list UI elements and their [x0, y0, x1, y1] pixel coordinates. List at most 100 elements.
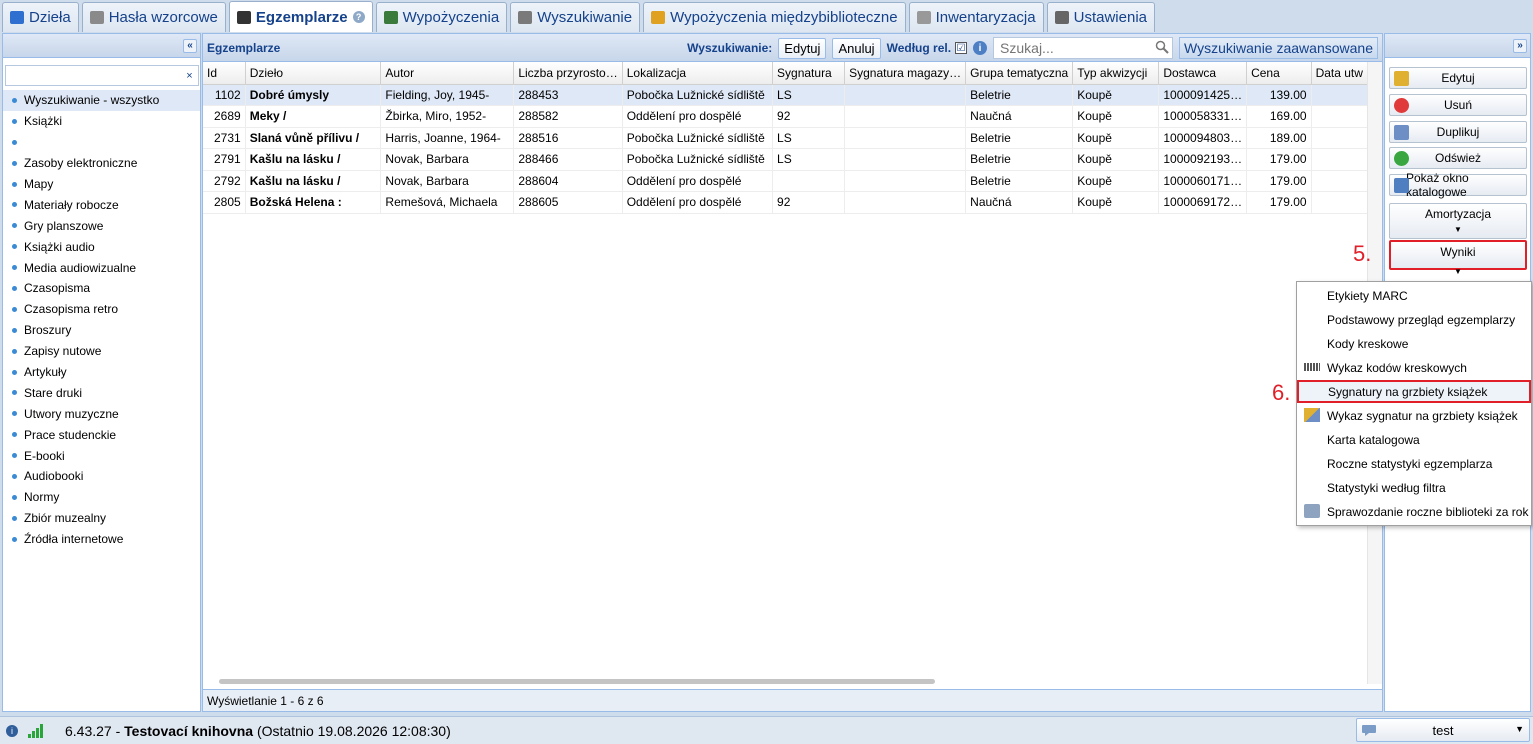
results-menu-item[interactable]: Sygnatury na grzbiety książek	[1297, 380, 1531, 403]
category-item[interactable]: Prace studenckie	[3, 424, 200, 445]
edit-button[interactable]: Edytuj	[1389, 67, 1527, 89]
table-row[interactable]: 1102 Dobré úmysly Fielding, Joy, 1945- 2884…	[203, 84, 1368, 106]
category-item[interactable]: Źródła internetowe	[3, 529, 200, 550]
column-header[interactable]: Data utw	[1311, 62, 1368, 85]
table-row[interactable]: 2792 Kašlu na lásku / Novak, Barbara 288604…	[203, 170, 1368, 192]
edit-search-button[interactable]: Edytuj	[778, 37, 827, 59]
advanced-search-button[interactable]: Wyszukiwanie zaawansowane	[1179, 37, 1378, 59]
pencil-label-icon	[1304, 408, 1320, 422]
column-header[interactable]: Cena	[1246, 62, 1312, 85]
column-header[interactable]: Id	[203, 62, 246, 85]
category-item[interactable]: Audiobooki	[3, 466, 200, 487]
table-row[interactable]: 2731 Slaná vůně přílivu / Harris, Joanne, …	[203, 127, 1368, 149]
category-item[interactable]: Czasopisma	[3, 278, 200, 299]
pen-icon	[236, 10, 251, 24]
info-icon[interactable]: i	[973, 41, 988, 55]
table-cell: 189.00	[1246, 127, 1312, 149]
category-item[interactable]: Mapy	[3, 174, 200, 195]
action-label: Odśwież	[1434, 151, 1481, 166]
tab-label: Hasła wzorcowe	[108, 9, 218, 26]
search-input[interactable]	[993, 37, 1174, 59]
category-item[interactable]: Normy	[3, 487, 200, 508]
category-item[interactable]: Wyszukiwanie - wszystko	[3, 90, 200, 111]
category-filter-input[interactable]: ×	[5, 65, 199, 86]
category-item[interactable]: Utwory muzyczne	[3, 403, 200, 424]
table-cell	[844, 170, 967, 192]
column-header[interactable]: Grupa tematyczna	[965, 62, 1074, 85]
category-panel-header: «	[3, 34, 200, 58]
table-cell: 92	[772, 105, 846, 128]
tab-0[interactable]: Dzieła	[2, 2, 79, 32]
tab-7[interactable]: Ustawienia	[1046, 2, 1155, 32]
relevance-checkbox[interactable]: ☑	[955, 42, 968, 54]
items-panel: Egzemplarze Wyszukiwanie: Edytuj Anuluj …	[202, 33, 1383, 712]
category-item[interactable]: Broszury	[3, 320, 200, 341]
horizontal-scroll-thumb[interactable]	[219, 679, 935, 684]
search-icon[interactable]	[1155, 40, 1169, 54]
tab-1[interactable]: Hasła wzorcowe	[81, 2, 226, 32]
results-menu-item[interactable]: Podstawowy przegląd egzemplarzy	[1298, 308, 1530, 331]
column-header[interactable]: Typ akwizycji	[1072, 62, 1160, 85]
category-item[interactable]: Materiały robocze	[3, 194, 200, 215]
results-menu-item[interactable]: Roczne statystyki egzemplarza	[1298, 452, 1530, 475]
column-header[interactable]: Liczba przyrosto…	[513, 62, 623, 85]
last-login-text: (Ostatnio 19.08.2026 12:08:30)	[253, 722, 451, 739]
category-item[interactable]: E-booki	[3, 445, 200, 466]
catalog-window-button[interactable]: Pokaż okno katalogowe	[1389, 171, 1527, 199]
category-item[interactable]: Zasoby elektroniczne	[3, 153, 200, 174]
horizontal-scrollbar[interactable]	[203, 677, 1368, 686]
category-item[interactable]: Zapisy nutowe	[3, 341, 200, 362]
results-button[interactable]: Wyniki	[1389, 240, 1527, 270]
tab-6[interactable]: Inwentaryzacja	[908, 2, 1044, 32]
tab-2[interactable]: Egzemplarze?	[228, 1, 373, 32]
column-header[interactable]: Autor	[380, 62, 515, 85]
collapse-left-icon[interactable]: «	[183, 38, 197, 53]
column-header[interactable]: Dostawca	[1158, 62, 1248, 85]
results-menu-item[interactable]: Karta katalogowa	[1298, 428, 1530, 451]
tab-3[interactable]: Wypożyczenia	[375, 2, 508, 32]
results-menu-item[interactable]: Kody kreskowe	[1298, 332, 1530, 355]
duplicate-button[interactable]: Duplikuj	[1389, 120, 1527, 143]
table-cell: Žbirka, Miro, 1952-	[380, 105, 515, 128]
delete-button[interactable]: Usuń	[1389, 93, 1527, 116]
clear-filter-icon[interactable]: ×	[183, 69, 196, 82]
results-menu-item[interactable]: Etykiety MARC	[1298, 284, 1530, 307]
column-header[interactable]: Sygnatura magazy…	[844, 62, 967, 85]
signal-strength-icon	[28, 723, 43, 738]
amortization-button[interactable]: Amortyzacja ▼	[1389, 203, 1527, 239]
column-header[interactable]: Lokalizacja	[622, 62, 774, 85]
refresh-button[interactable]: Odśwież	[1389, 147, 1527, 170]
category-item[interactable]: Książki	[3, 111, 200, 132]
column-header[interactable]: Dzieło	[245, 62, 382, 85]
collapse-right-icon[interactable]: »	[1513, 38, 1527, 53]
table-row[interactable]: 2805 Božská Helena : Remešová, Michaela 288…	[203, 191, 1368, 214]
main-tab-bar: Dzieła Hasła wzorcowe Egzemplarze? Wypożycz…	[0, 0, 1533, 32]
results-menu-item[interactable]: Wykaz kodów kreskowych	[1298, 356, 1530, 379]
category-item[interactable]	[3, 132, 200, 153]
category-item[interactable]: Stare druki	[3, 382, 200, 403]
column-header[interactable]: Sygnatura	[772, 62, 846, 85]
category-item[interactable]: Książki audio	[3, 236, 200, 257]
table-row[interactable]: 2689 Meky / Žbirka, Miro, 1952- 288582 Odděl…	[203, 105, 1368, 128]
table-cell: 1000069172…	[1158, 191, 1248, 214]
results-menu-item[interactable]: Wykaz sygnatur na grzbiety książek	[1298, 404, 1530, 427]
action-label: Duplikuj	[1436, 124, 1480, 139]
category-item[interactable]: Czasopisma retro	[3, 299, 200, 320]
help-icon[interactable]: ?	[352, 11, 365, 23]
user-menu-button[interactable]: test ▼	[1356, 718, 1530, 742]
tab-4[interactable]: Wyszukiwanie	[510, 2, 641, 32]
page-title: Egzemplarze	[207, 40, 281, 55]
category-item[interactable]: Media audiowizualne	[3, 257, 200, 278]
cancel-search-button[interactable]: Anuluj	[832, 37, 881, 59]
category-item[interactable]: Artykuły	[3, 362, 200, 383]
results-menu-item[interactable]: Statystyki według filtra	[1298, 476, 1530, 499]
status-info-icon[interactable]: i	[6, 724, 18, 737]
results-menu-item[interactable]: Sprawozdanie roczne biblioteki za rok	[1298, 500, 1530, 523]
printer-icon	[1304, 504, 1320, 518]
relevance-toggle[interactable]: Według rel. ☑	[887, 41, 968, 55]
table-cell	[844, 191, 967, 214]
table-row[interactable]: 2791 Kašlu na lásku / Novak, Barbara 288466…	[203, 148, 1368, 171]
category-item[interactable]: Zbiór muzealny	[3, 508, 200, 529]
category-item[interactable]: Gry planszowe	[3, 215, 200, 236]
tab-5[interactable]: Wypożyczenia międzybiblioteczne	[643, 2, 906, 32]
